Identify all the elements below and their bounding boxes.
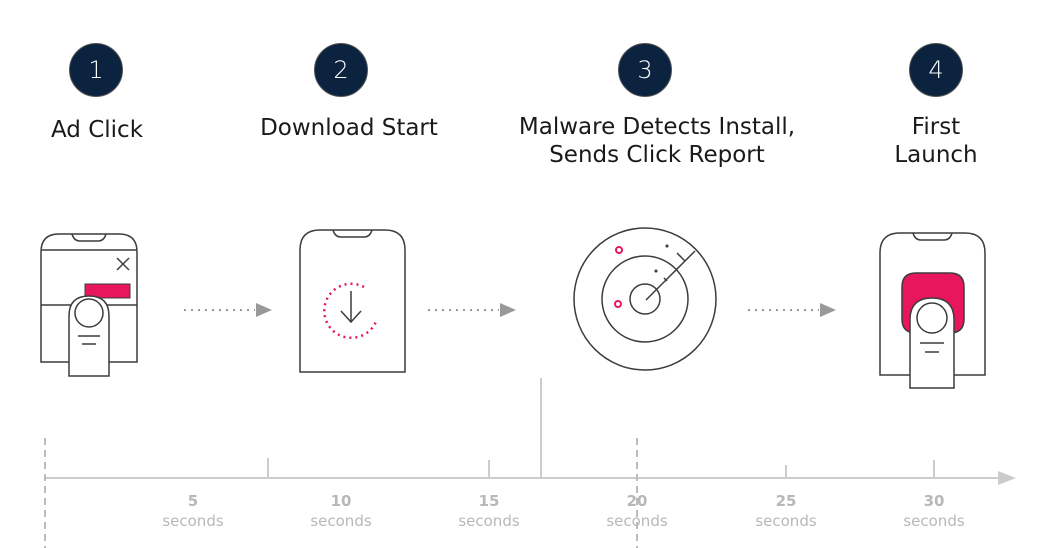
tick-label-20: 20 (626, 492, 648, 510)
dotted-arrow-3 (748, 303, 836, 317)
dotted-arrow-2 (428, 303, 516, 317)
phone-launch-icon (879, 232, 986, 389)
diagram-canvas (40, 227, 1016, 548)
tick-unit: seconds (458, 512, 520, 530)
tick-label-15: 15 (478, 492, 500, 510)
tick-unit: seconds (755, 512, 817, 530)
tick-unit: seconds (606, 512, 668, 530)
radar-icon (573, 227, 717, 371)
phone-ad-tap-icon (40, 233, 138, 377)
tick-label-25: 25 (775, 492, 797, 510)
tick-label-5: 5 (187, 492, 199, 510)
tick-unit: seconds (162, 512, 224, 530)
tick-unit: seconds (310, 512, 372, 530)
tick-unit: seconds (903, 512, 965, 530)
phone-download-icon (299, 229, 406, 373)
tick-label-30: 30 (923, 492, 945, 510)
dotted-arrow-1 (184, 303, 272, 317)
tick-label-10: 10 (330, 492, 352, 510)
